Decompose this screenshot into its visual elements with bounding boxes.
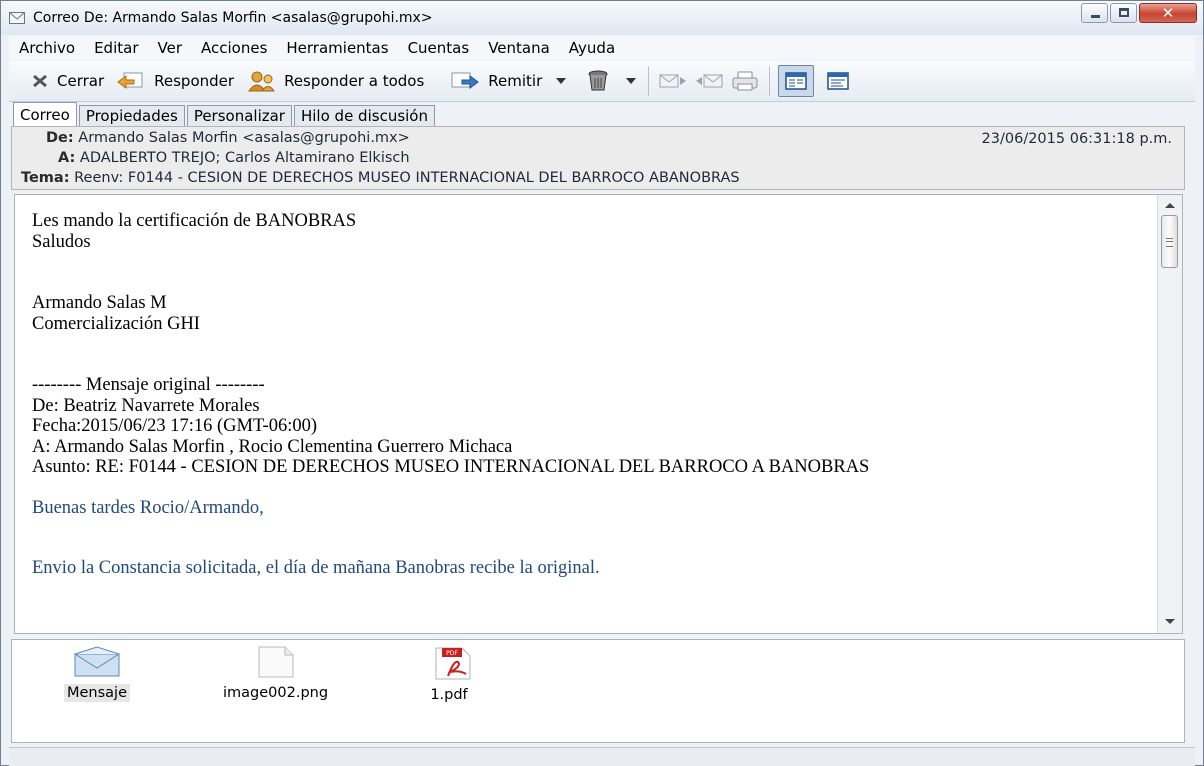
signature-name: Armando Salas M [32, 293, 167, 313]
reply-label: Responder [154, 72, 235, 90]
previous-message-button[interactable] [691, 65, 727, 97]
header-view-button[interactable] [778, 65, 815, 97]
reply-button[interactable]: Responder [110, 65, 240, 97]
reply-icon [117, 72, 143, 89]
trash-can-icon [588, 70, 608, 91]
attachments-pane: Mensaje image002.png PDF 1.pdf [11, 639, 1185, 743]
image-file-icon [258, 646, 294, 678]
menu-herramientas[interactable]: Herramientas [286, 39, 388, 57]
to-row: A: ADALBERTO TREJO; Carlos Altamirano El… [58, 150, 410, 166]
message-text: Les mando la certificación de BANOBRAS S… [32, 211, 869, 579]
status-bar [9, 747, 1195, 766]
title-bar[interactable]: Correo De: Armando Salas Morfin <asalas@… [1, 1, 1203, 35]
full-header-view-button[interactable] [820, 65, 856, 97]
next-message-button[interactable] [655, 65, 691, 97]
signature-company: Comercialización GHI [32, 313, 200, 334]
tab-strip: Correo Propiedades Personalizar Hilo de … [9, 102, 1195, 126]
message-line: Envio la Constancia solicitada, el día d… [32, 558, 600, 578]
from-row: De: Armando Salas Morfin <asalas@grupohi… [46, 130, 410, 146]
forward-button[interactable]: Remitir [444, 65, 542, 97]
delete-button[interactable] [580, 65, 616, 97]
close-label: Cerrar [57, 72, 105, 90]
menu-bar: Archivo Editar Ver Acciones Herramientas… [9, 36, 1195, 60]
tab-personalizar[interactable]: Personalizar [186, 105, 292, 126]
menu-ver[interactable]: Ver [158, 39, 183, 57]
body-line: Les mando la certificación de BANOBRAS [32, 211, 357, 231]
minimize-button[interactable] [1081, 3, 1108, 23]
to-value: ADALBERTO TREJO; Carlos Altamirano Elkis… [79, 150, 410, 166]
toolbar: Cerrar Responder Responder a todos Remit… [9, 61, 1195, 102]
original-message-header: -------- Mensaje original -------- [32, 375, 265, 395]
printer-icon [732, 71, 758, 91]
menu-acciones[interactable]: Acciones [201, 39, 267, 57]
message-body[interactable]: Les mando la certificación de BANOBRAS S… [14, 194, 1183, 634]
close-x-icon [33, 74, 47, 88]
mail-icon [9, 12, 25, 24]
forward-icon [451, 72, 480, 89]
scroll-up-icon[interactable] [1165, 203, 1175, 208]
forward-label: Remitir [488, 72, 543, 90]
attachment-item[interactable]: image002.png [220, 646, 331, 702]
header-view-icon [785, 72, 808, 90]
subject-row: Tema: Reenv: F0144 - CESION DE DERECHOS … [21, 170, 740, 186]
print-button[interactable] [727, 65, 763, 97]
grip-icon [1166, 238, 1173, 247]
attachment-item[interactable]: PDF 1.pdf [424, 646, 474, 704]
greeting: Buenas tardes Rocio/Armando, [32, 497, 264, 518]
reply-all-label: Responder a todos [284, 72, 425, 90]
previous-message-icon [696, 74, 723, 88]
toolbar-separator [648, 66, 650, 96]
attachment-name: image002.png [223, 685, 329, 701]
email-window: Correo De: Armando Salas Morfin <asalas@… [0, 0, 1204, 766]
message-header: De: Armando Salas Morfin <asalas@grupohi… [11, 126, 1185, 190]
toolbar-separator [769, 66, 771, 96]
reply-all-icon [248, 71, 275, 92]
full-header-view-icon [827, 72, 850, 90]
window-title: Correo De: Armando Salas Morfin <asalas@… [33, 10, 433, 26]
menu-ayuda[interactable]: Ayuda [569, 39, 615, 57]
tab-correo[interactable]: Correo [13, 102, 77, 126]
attachment-name: 1.pdf [430, 687, 468, 703]
original-to: A: Armando Salas Morfin , Rocio Clementi… [32, 436, 513, 457]
maximize-button[interactable] [1110, 3, 1137, 23]
menu-archivo[interactable]: Archivo [19, 39, 75, 57]
message-date: 23/06/2015 06:31:18 p.m. [981, 131, 1172, 147]
body-line: Saludos [32, 231, 91, 252]
original-date: Fecha:2015/06/23 17:16 (GMT-06:00) [32, 416, 318, 436]
reply-all-button[interactable]: Responder a todos [240, 65, 430, 97]
tab-propiedades[interactable]: Propiedades [78, 105, 185, 126]
maximize-icon [1119, 8, 1129, 17]
menu-cuentas[interactable]: Cuentas [408, 39, 470, 57]
tab-hilo-de-discusion[interactable]: Hilo de discusión [293, 105, 435, 126]
svg-text:PDF: PDF [446, 650, 458, 657]
menu-ventana[interactable]: Ventana [488, 39, 550, 57]
attachment-item[interactable]: Mensaje [64, 646, 131, 702]
menu-editar[interactable]: Editar [94, 39, 138, 57]
window-controls: ✕ [1079, 3, 1197, 29]
scroll-down-icon[interactable] [1165, 619, 1175, 624]
from-label: De: [46, 130, 74, 146]
minimize-icon [1091, 15, 1100, 18]
from-value: Armando Salas Morfin <asalas@grupohi.mx> [78, 130, 410, 146]
pdf-file-icon: PDF [435, 647, 471, 680]
close-window-button[interactable]: ✕ [1139, 3, 1197, 23]
forward-dropdown-icon[interactable] [556, 78, 567, 84]
close-button[interactable]: Cerrar [25, 65, 110, 97]
attachment-name: Mensaje [64, 684, 131, 702]
subject-label: Tema: [21, 170, 70, 186]
to-label: A: [58, 150, 76, 166]
original-from: De: Beatriz Navarrete Morales [32, 395, 260, 416]
original-subject: Asunto: RE: F0144 - CESION DE DERECHOS M… [32, 457, 870, 477]
vertical-scrollbar[interactable] [1157, 195, 1182, 633]
next-message-icon [659, 74, 687, 88]
envelope-icon [74, 646, 120, 677]
scroll-thumb[interactable] [1161, 215, 1178, 268]
delete-dropdown-icon[interactable] [626, 78, 637, 84]
subject-value: Reenv: F0144 - CESION DE DERECHOS MUSEO … [74, 170, 740, 186]
close-icon: ✕ [1161, 4, 1175, 22]
